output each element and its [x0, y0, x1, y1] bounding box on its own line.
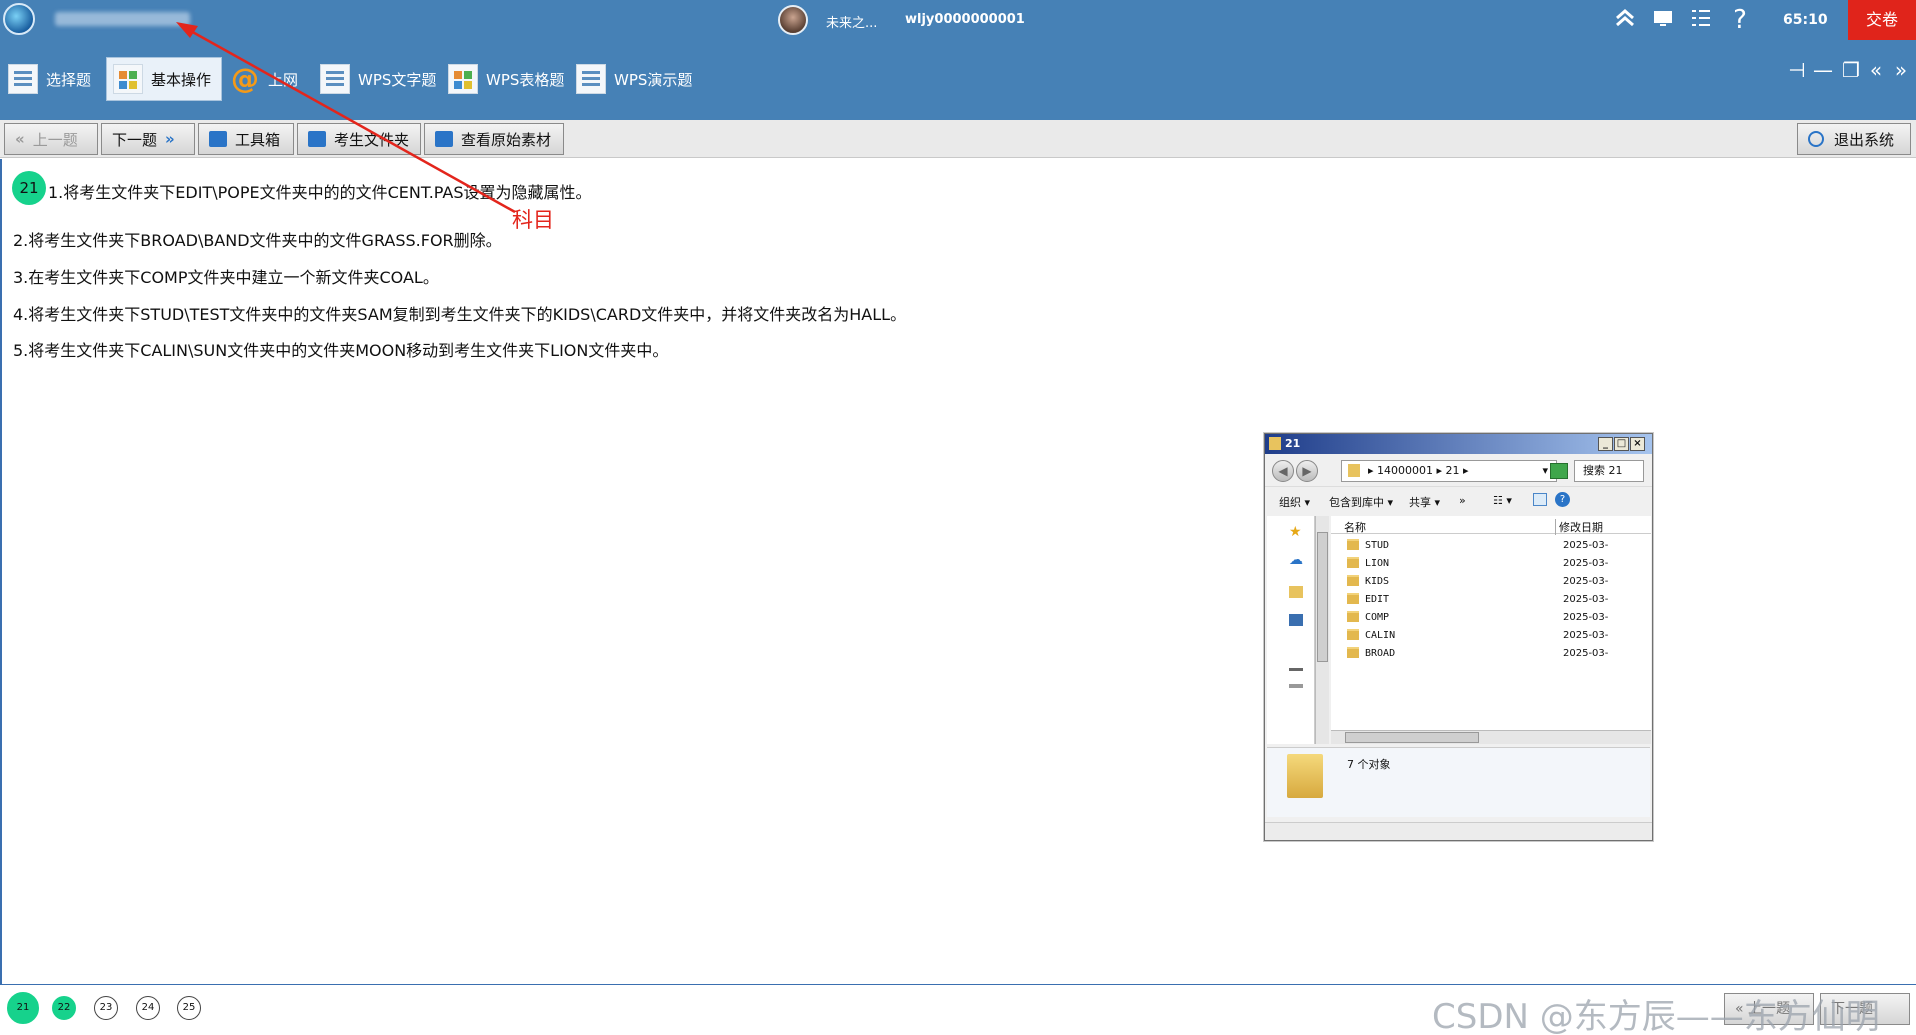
annotation-arrow — [176, 22, 516, 214]
question-nav-25[interactable]: 25 — [177, 996, 201, 1020]
annotation-label: 科目 — [512, 208, 554, 232]
question-nav-22[interactable]: 22 — [52, 996, 76, 1020]
question-nav-21[interactable]: 21 — [7, 992, 39, 1024]
question-nav-23[interactable]: 23 — [94, 996, 118, 1020]
question-navigator: 21 22 23 24 25 « 上一题 下一题 CSDN @东方辰——东方仙明 — [0, 984, 1916, 1035]
question-nav-24[interactable]: 24 — [136, 996, 160, 1020]
watermark: CSDN @东方辰——东方仙明 — [1432, 997, 1880, 1035]
